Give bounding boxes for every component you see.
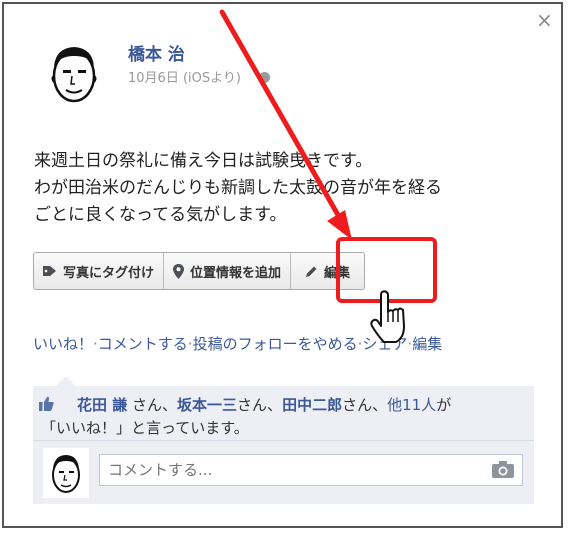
likes-pointer — [56, 376, 76, 386]
likes-text: 花田 謙 さん、坂本一三さん、田中二郎さん、他11人が 「いいね！」と言っていま… — [41, 394, 521, 440]
like-link[interactable]: いいね！ — [33, 335, 93, 353]
post-line: 来週土日の祭礼に備え今日は試験曳きです。 — [34, 151, 373, 171]
others-link[interactable]: 他11人 — [387, 396, 436, 414]
tag-photo-label: 写真にタグ付け — [63, 265, 155, 281]
comment-input[interactable] — [106, 455, 480, 485]
likes-panel: 花田 謙 さん、坂本一三さん、田中二郎さん、他11人が 「いいね！」と言っていま… — [33, 386, 534, 504]
location-pin-icon — [173, 263, 185, 279]
avatar[interactable] — [43, 448, 89, 498]
hand-cursor-icon — [370, 290, 405, 343]
post-text: 来週土日の祭礼に備え今日は試験曳きです。 わが田治米のだんじりも新調した太鼓の音… — [34, 148, 544, 229]
post-meta: 10月6日 (iOSより) — [128, 67, 270, 86]
honorific: さん、 — [132, 396, 178, 414]
tag-icon — [43, 266, 56, 276]
liker-name[interactable]: 田中二郎 — [282, 396, 342, 414]
camera-icon[interactable] — [492, 461, 514, 478]
comment-field[interactable] — [99, 454, 523, 486]
liker-name[interactable]: 坂本一三 — [177, 396, 237, 414]
liker-name[interactable]: 花田 謙 — [77, 396, 127, 414]
globe-icon[interactable] — [258, 72, 270, 83]
post-line: わが田治米のだんじりも新調した太鼓の音が年を経る — [34, 178, 442, 198]
post-links: いいね！·コメントする·投稿のフォローをやめる·シェア·編集 — [33, 332, 533, 356]
honorific: さん、 — [237, 396, 283, 414]
likes-tail: 「いいね！」と言っています。 — [41, 419, 249, 437]
honorific: さん、 — [342, 396, 388, 414]
unfollow-link[interactable]: 投稿のフォローをやめる — [193, 335, 358, 353]
tag-photo-button[interactable]: 写真にタグ付け — [34, 253, 165, 289]
divider — [33, 440, 534, 441]
comment-link[interactable]: コメントする — [98, 335, 188, 353]
close-icon[interactable]: × — [536, 10, 553, 30]
post-action-bar: 写真にタグ付け 位置情報を追加 編集 — [33, 252, 366, 290]
post-line: ごとに良くなってる気がします。 — [34, 205, 287, 225]
post-author[interactable]: 橋本 治 — [128, 40, 185, 65]
add-location-label: 位置情報を追加 — [190, 265, 282, 281]
likes-particle: が — [436, 396, 452, 414]
edit-link[interactable]: 編集 — [412, 335, 442, 353]
pencil-icon — [306, 266, 317, 277]
add-location-button[interactable]: 位置情報を追加 — [164, 253, 292, 289]
post-date[interactable]: 10月6日 (iOSより) — [128, 71, 241, 86]
avatar[interactable] — [38, 36, 110, 108]
